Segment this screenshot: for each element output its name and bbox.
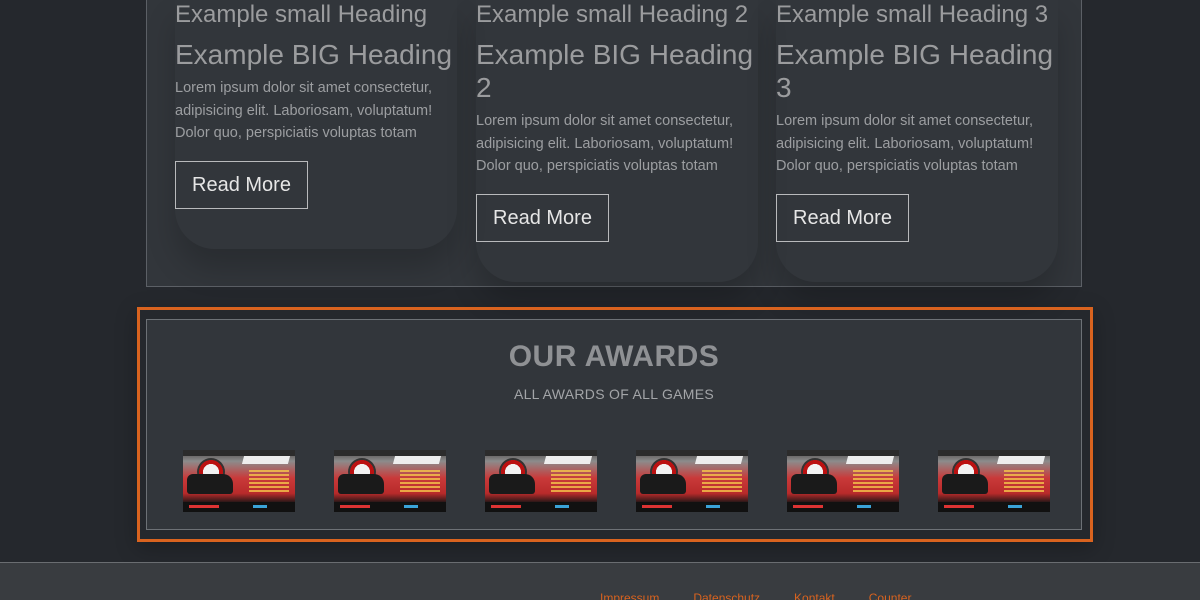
award-text-lines: [1004, 470, 1044, 492]
card-small-heading: Example small Heading 2: [476, 1, 749, 28]
award-footer: [787, 502, 899, 512]
card-big-heading: Example BIG Heading 2: [476, 39, 754, 103]
card-small-heading: Example small Heading: [175, 1, 428, 28]
footer-link-counter[interactable]: Counter: [869, 591, 912, 600]
award-banner: [996, 456, 1046, 464]
award-banner: [392, 456, 442, 464]
award-banner: [694, 456, 744, 464]
footer-nav: Impressum Datenschutz Kontakt Counter: [600, 591, 945, 600]
card-text: Lorem ipsum dolor sit amet consectetur, …: [776, 113, 1034, 174]
award-kart: [640, 474, 686, 494]
read-more-button[interactable]: Read More: [776, 193, 909, 242]
footer-link-datenschutz[interactable]: Datenschutz: [693, 591, 760, 600]
card-big-heading: Example BIG Heading: [175, 39, 453, 70]
award-footer: [636, 502, 748, 512]
card: Example small Heading Example BIG Headin…: [175, 0, 457, 209]
award-image[interactable]: [485, 450, 597, 512]
card: Example small Heading 2 Example BIG Head…: [476, 0, 758, 242]
award-kart: [338, 474, 384, 494]
site-footer: Impressum Datenschutz Kontakt Counter: [0, 562, 1200, 600]
award-banner: [845, 456, 895, 464]
card: Example small Heading 3 Example BIG Head…: [776, 0, 1058, 242]
award-text-lines: [400, 470, 440, 492]
award-text-lines: [853, 470, 893, 492]
read-more-button[interactable]: Read More: [476, 193, 609, 242]
award-kart: [489, 474, 535, 494]
award-image[interactable]: [183, 450, 295, 512]
award-footer: [334, 502, 446, 512]
read-more-button[interactable]: Read More: [175, 160, 308, 209]
award-image[interactable]: [787, 450, 899, 512]
award-kart: [187, 474, 233, 494]
footer-link-impressum[interactable]: Impressum: [600, 591, 659, 600]
award-banner: [241, 456, 291, 464]
award-footer: [183, 502, 295, 512]
award-image[interactable]: [938, 450, 1050, 512]
card-text: Lorem ipsum dolor sit amet consectetur, …: [476, 113, 734, 174]
award-kart: [942, 474, 988, 494]
award-text-lines: [249, 470, 289, 492]
award-text-lines: [551, 470, 591, 492]
card-big-heading: Example BIG Heading 3: [776, 39, 1054, 103]
award-footer: [938, 502, 1050, 512]
awards-title: OUR AWARDS: [508, 340, 720, 373]
awards-subtitle: ALL AWARDS OF ALL GAMES: [513, 386, 715, 402]
award-footer: [485, 502, 597, 512]
page: Example small Heading Example BIG Headin…: [0, 0, 1200, 600]
card-text: Lorem ipsum dolor sit amet consectetur, …: [175, 80, 433, 141]
award-kart: [791, 474, 837, 494]
award-banner: [543, 456, 593, 464]
content-panel: Example small Heading Example BIG Headin…: [146, 0, 1082, 287]
footer-link-kontakt[interactable]: Kontakt: [794, 591, 835, 600]
award-image[interactable]: [334, 450, 446, 512]
awards-section: OUR AWARDS ALL AWARDS OF ALL GAMES: [146, 319, 1082, 530]
award-text-lines: [702, 470, 742, 492]
award-image[interactable]: [636, 450, 748, 512]
card-small-heading: Example small Heading 3: [776, 1, 1049, 28]
